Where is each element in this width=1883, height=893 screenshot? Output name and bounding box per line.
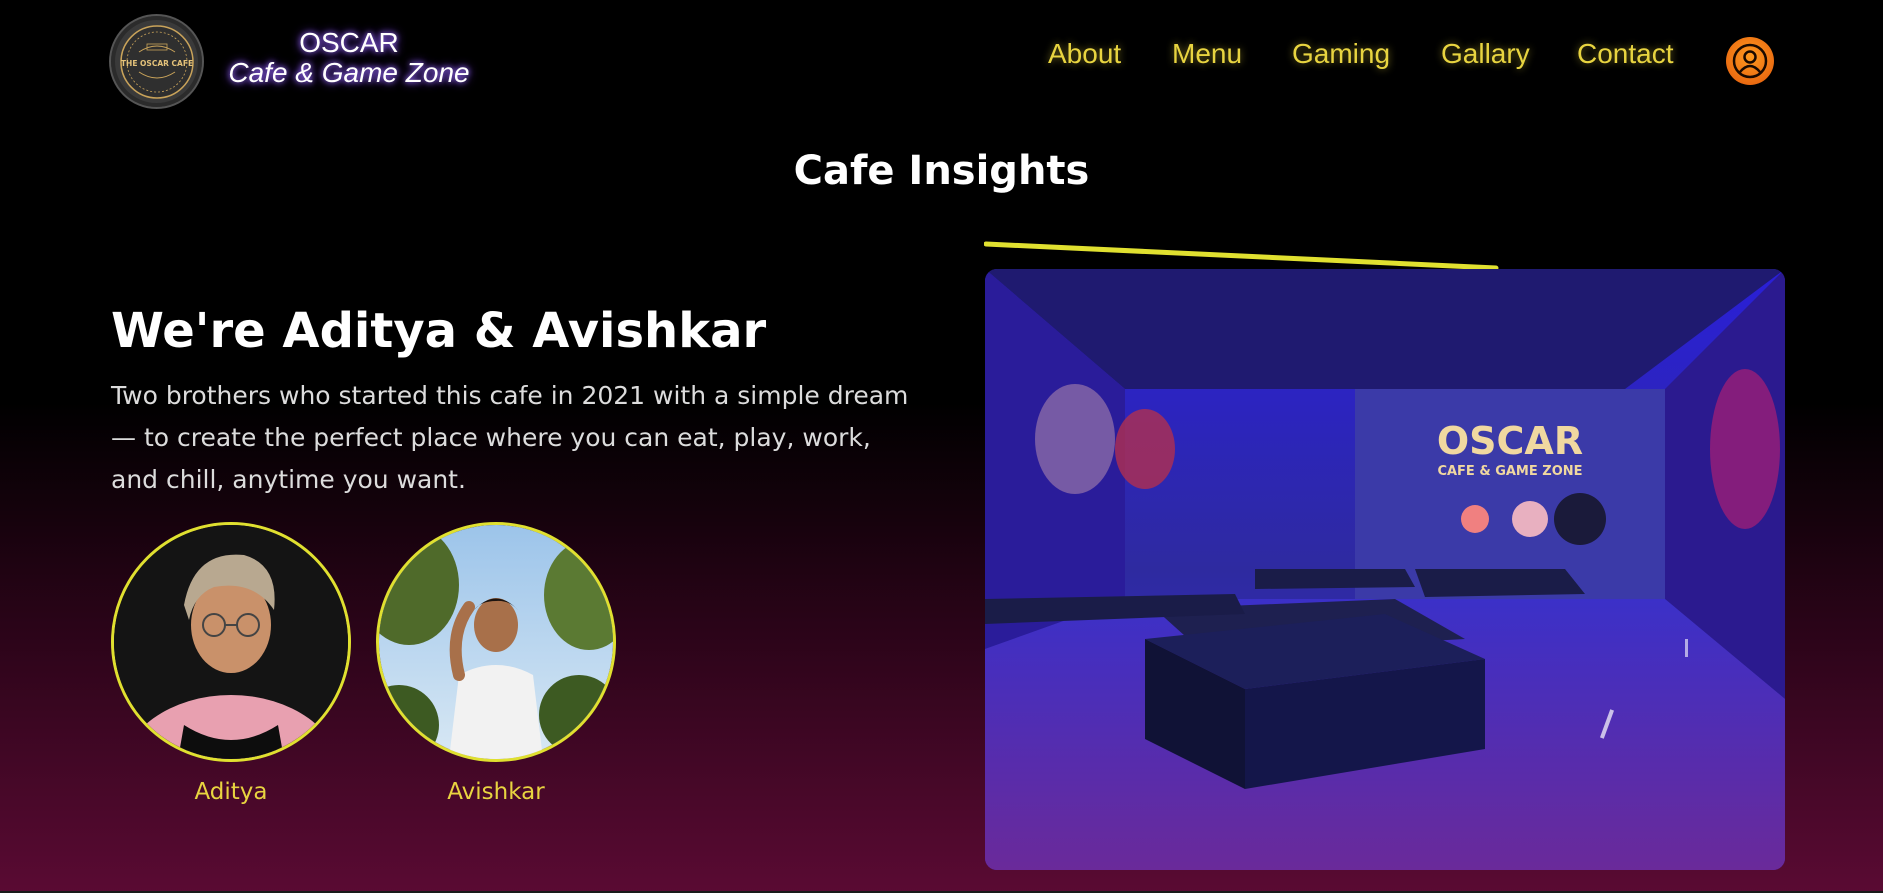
sign-subtitle: CAFE & GAME ZONE <box>1437 464 1582 479</box>
nav-gaming[interactable]: Gaming <box>1292 38 1390 70</box>
brand-tagline: Cafe & Game Zone <box>228 57 470 88</box>
founder-name-aditya: Aditya <box>194 779 268 805</box>
founder-card-avishkar: Avishkar <box>376 522 616 805</box>
brand-name: OSCAR <box>299 27 399 58</box>
nav-gallary[interactable]: Gallary <box>1441 38 1530 70</box>
oscar-cafe-logo[interactable]: THE OSCAR CAFE <box>111 16 202 107</box>
site-header: THE OSCAR CAFE OSCAR Cafe & Game Zone Ab… <box>0 0 1883 120</box>
sign-title: OSCAR <box>1437 419 1583 463</box>
founders-heading: We're Aditya & Avishkar <box>111 303 767 359</box>
profile-button[interactable] <box>1726 37 1774 85</box>
logo-text: THE OSCAR CAFE <box>120 59 192 68</box>
section-title: Cafe Insights <box>793 148 1090 194</box>
nav-menu[interactable]: Menu <box>1172 38 1242 70</box>
founder-photo-aditya <box>111 522 351 762</box>
nav-about[interactable]: About <box>1048 38 1121 70</box>
cafe-interior-photo: OSCAR CAFE & GAME ZONE <box>985 269 1785 870</box>
nav-contact[interactable]: Contact <box>1577 38 1674 70</box>
user-icon <box>1732 43 1768 79</box>
founder-name-avishkar: Avishkar <box>447 779 545 805</box>
founder-photo-avishkar <box>376 522 616 762</box>
accent-line <box>984 241 1499 271</box>
logo-emblem-icon: THE OSCAR CAFE <box>119 24 194 99</box>
founders-description: Two brothers who started this cafe in 20… <box>111 381 909 494</box>
brand[interactable]: OSCAR Cafe & Game Zone <box>224 28 474 88</box>
founder-card-aditya: Aditya <box>111 522 351 805</box>
